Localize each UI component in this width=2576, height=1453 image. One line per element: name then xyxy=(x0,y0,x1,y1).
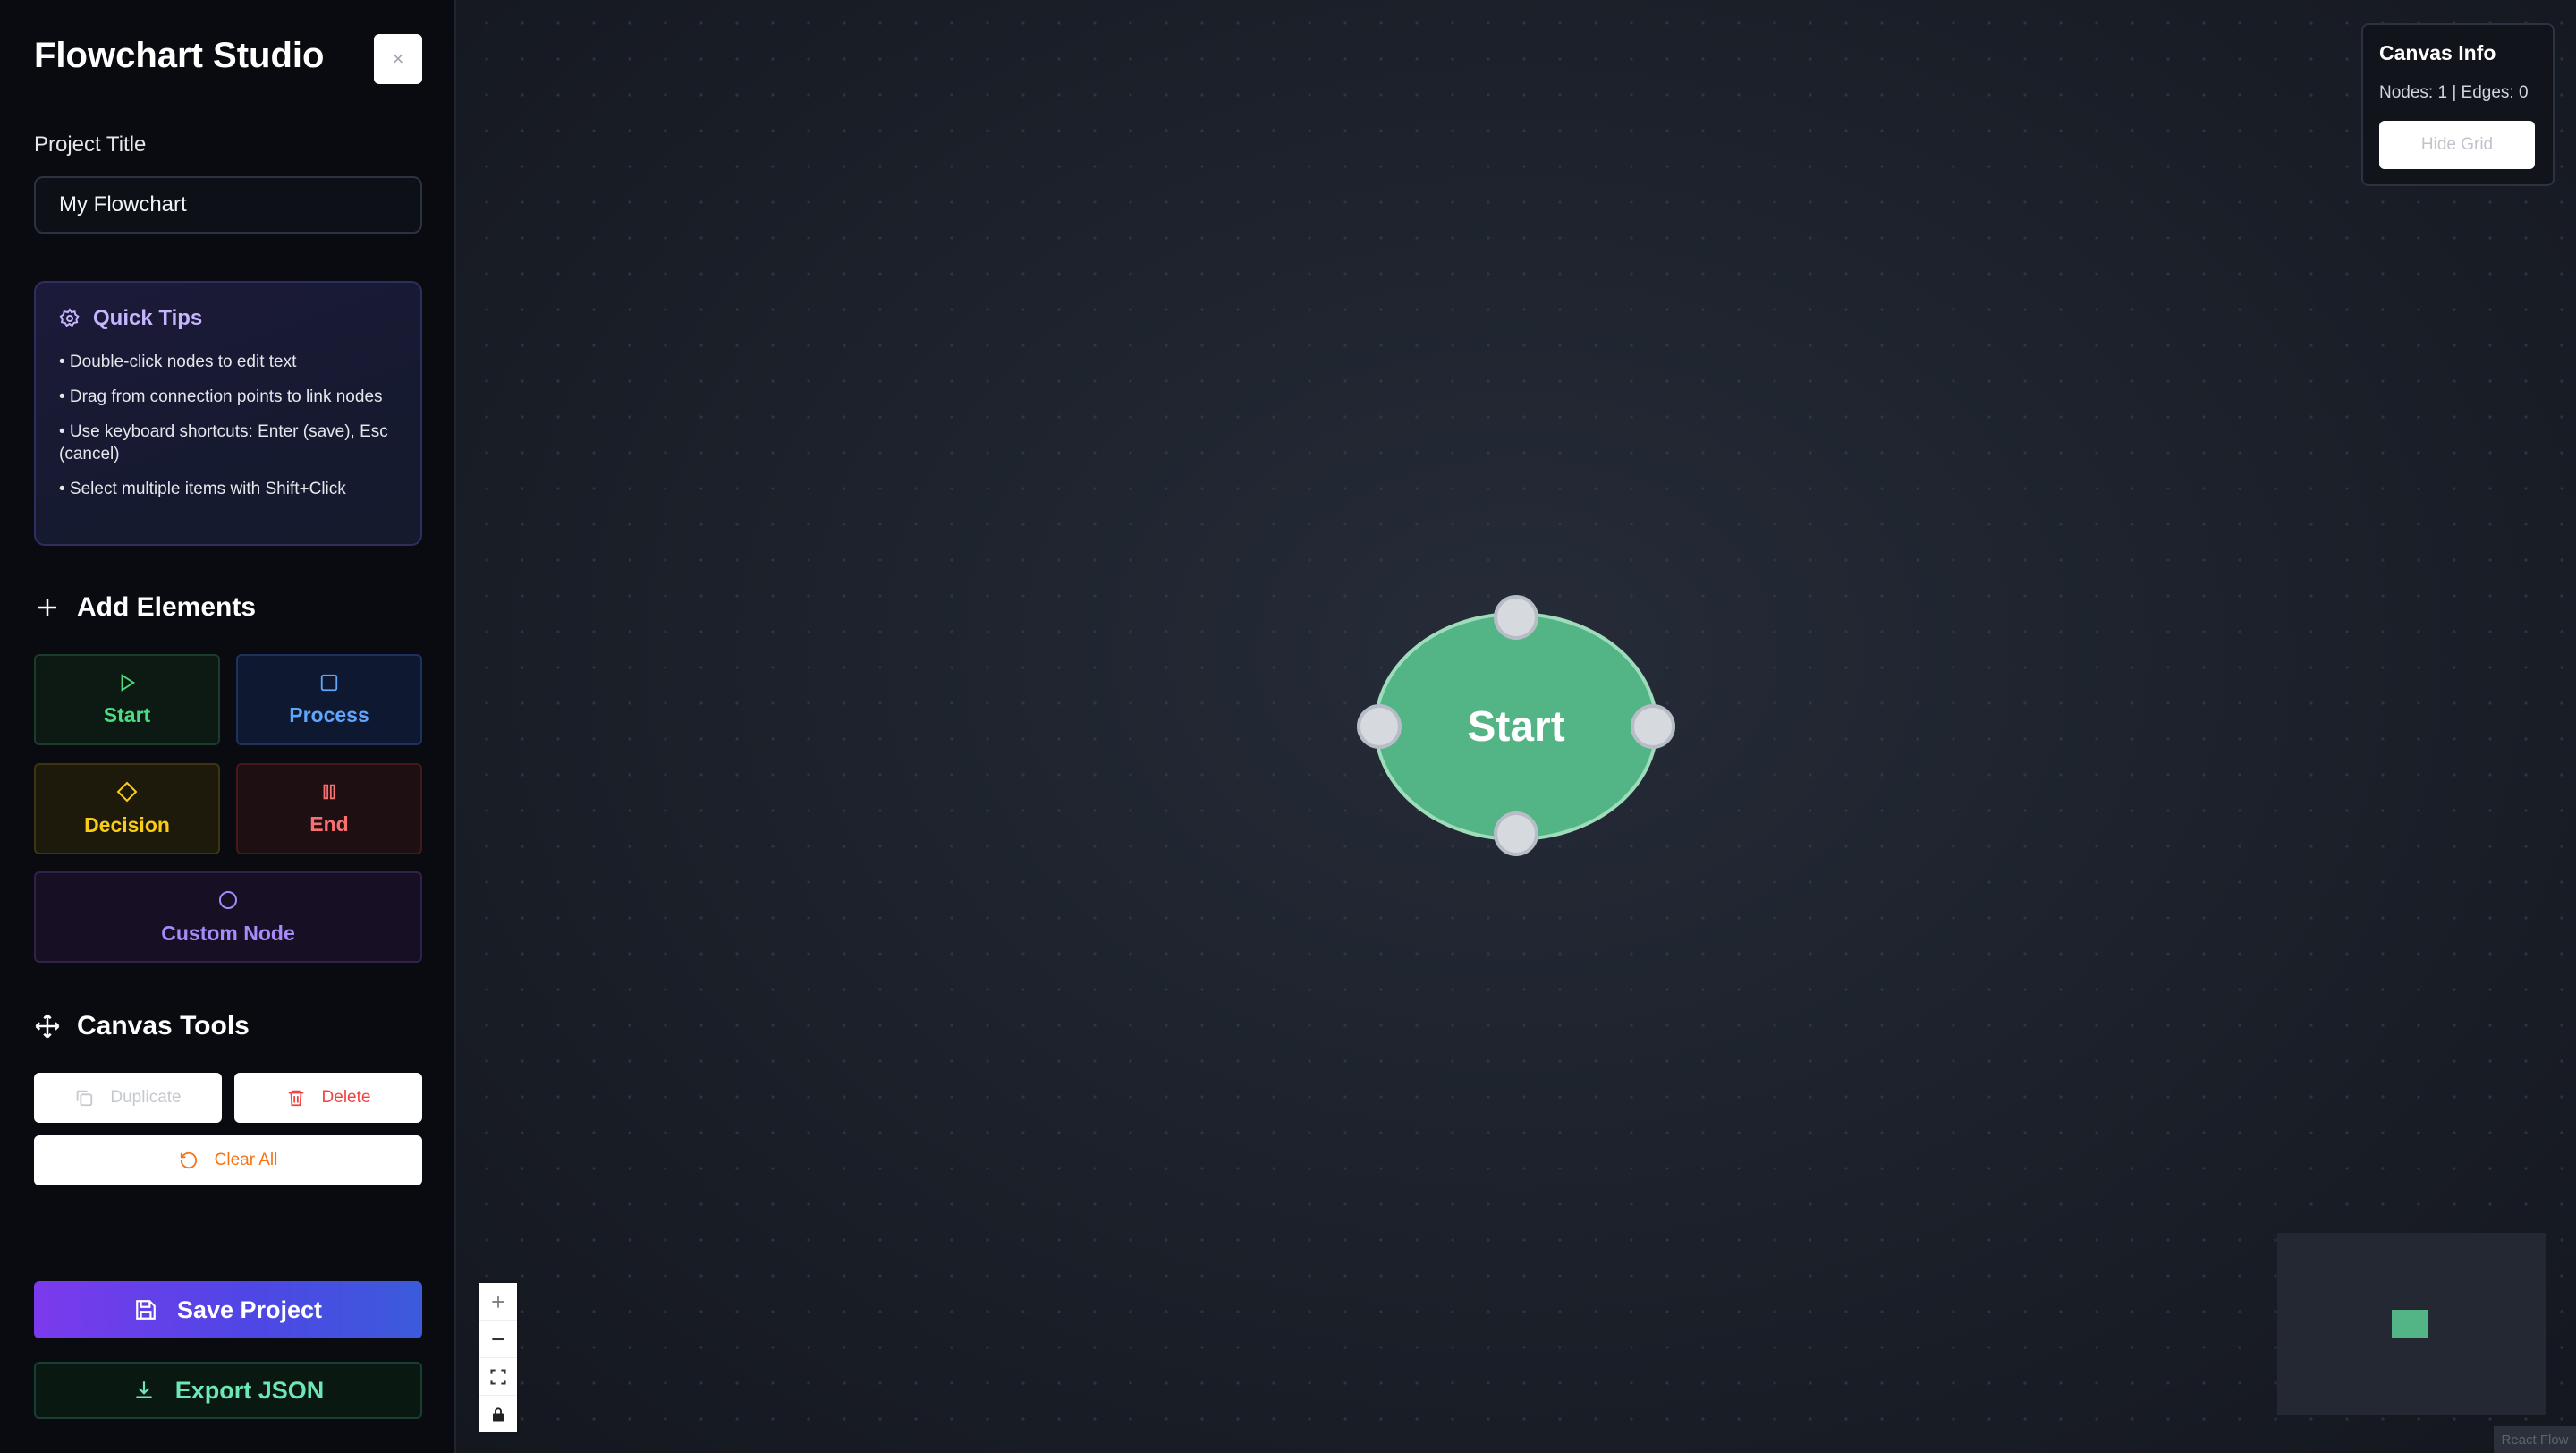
node-handle-top[interactable] xyxy=(1494,595,1538,640)
hide-grid-button[interactable]: Hide Grid xyxy=(2379,121,2535,169)
play-icon xyxy=(121,673,136,692)
trash-icon xyxy=(288,1090,303,1107)
rotate-icon xyxy=(180,1151,197,1169)
node-handle-right[interactable] xyxy=(1631,704,1675,749)
export-json-label: Export JSON xyxy=(174,1376,325,1404)
close-icon: × xyxy=(392,47,404,70)
minus-icon xyxy=(492,1338,504,1340)
quick-tips-panel: Quick Tips • Double-click nodes to edit … xyxy=(34,281,422,546)
minimap[interactable] xyxy=(2277,1233,2546,1415)
save-project-label: Save Project xyxy=(176,1296,323,1323)
clear-all-label: Clear All xyxy=(214,1151,278,1169)
add-start-label: Start xyxy=(103,702,151,726)
canvas-info-panel: Canvas Info Nodes: 1 | Edges: 0 Hide Gri… xyxy=(2361,23,2555,186)
plus-icon xyxy=(492,1295,504,1308)
lock-button[interactable] xyxy=(479,1396,517,1432)
node-handle-bottom[interactable] xyxy=(1494,811,1538,856)
tip-item: • Drag from connection points to link no… xyxy=(59,387,383,406)
add-custom-node-label: Custom Node xyxy=(161,921,295,945)
tip-item: • Double-click nodes to edit text xyxy=(59,353,297,371)
add-process-label: Process xyxy=(289,702,369,726)
tips-list: • Double-click nodes to edit text • Drag… xyxy=(59,351,397,500)
export-json-button[interactable]: Export JSON xyxy=(34,1362,422,1419)
gear-icon xyxy=(59,308,80,327)
add-custom-node-button[interactable]: Custom Node xyxy=(34,871,422,963)
canvas-tools-header: Canvas Tools xyxy=(34,1011,250,1041)
add-elements-title: Add Elements xyxy=(77,592,257,622)
canvas-tools-title: Canvas Tools xyxy=(77,1011,250,1041)
clear-all-button[interactable]: Clear All xyxy=(34,1135,422,1185)
quick-tips-title: Quick Tips xyxy=(93,306,203,330)
plus-icon xyxy=(38,599,56,616)
save-project-button[interactable]: Save Project xyxy=(34,1281,422,1338)
canvas-info-stats: Nodes: 1 | Edges: 0 xyxy=(2379,83,2529,102)
canvas-info-title: Canvas Info xyxy=(2379,41,2496,64)
fit-view-button[interactable] xyxy=(479,1358,517,1396)
delete-button[interactable]: Delete xyxy=(234,1073,422,1123)
duplicate-button[interactable]: Duplicate xyxy=(34,1073,222,1123)
square-icon xyxy=(320,674,338,691)
project-title-input[interactable] xyxy=(34,176,422,234)
add-end-button[interactable]: End xyxy=(236,763,422,854)
download-icon xyxy=(136,1381,152,1398)
add-decision-label: Decision xyxy=(84,812,170,837)
close-sidebar-button[interactable]: × xyxy=(374,34,422,84)
add-end-label: End xyxy=(309,811,349,836)
quick-tips-header: Quick Tips xyxy=(59,306,397,331)
pause-icon xyxy=(323,784,335,799)
delete-label: Delete xyxy=(321,1088,371,1107)
zoom-out-button[interactable] xyxy=(479,1321,517,1358)
zoom-in-button[interactable] xyxy=(479,1283,517,1321)
fit-view-icon xyxy=(490,1368,506,1385)
add-decision-button[interactable]: Decision xyxy=(34,763,220,854)
flow-canvas[interactable]: Start xyxy=(456,0,2576,1453)
zoom-controls xyxy=(479,1283,517,1432)
circle-icon xyxy=(219,890,237,909)
copy-icon xyxy=(77,1090,93,1107)
app-title: Flowchart Studio xyxy=(34,36,325,75)
move-icon xyxy=(35,1014,60,1039)
save-icon xyxy=(136,1300,156,1320)
tip-item: • Select multiple items with Shift+Click xyxy=(59,480,346,498)
start-node-label: Start xyxy=(1467,702,1565,751)
add-elements-header: Add Elements xyxy=(34,592,256,623)
add-start-button[interactable]: Start xyxy=(34,654,220,745)
tip-item: • Use keyboard shortcuts: Enter (save), … xyxy=(59,422,388,463)
diamond-icon xyxy=(116,781,138,802)
attribution-link[interactable]: React Flow xyxy=(2494,1426,2576,1453)
sidebar: Flowchart Studio × Project Title Quick T… xyxy=(0,0,456,1453)
duplicate-label: Duplicate xyxy=(110,1088,182,1107)
start-node[interactable]: Start xyxy=(1374,612,1658,841)
add-process-button[interactable]: Process xyxy=(236,654,422,745)
node-handle-left[interactable] xyxy=(1357,704,1402,749)
lock-icon xyxy=(493,1406,504,1421)
minimap-node xyxy=(2392,1310,2428,1338)
project-title-label: Project Title xyxy=(34,132,147,157)
